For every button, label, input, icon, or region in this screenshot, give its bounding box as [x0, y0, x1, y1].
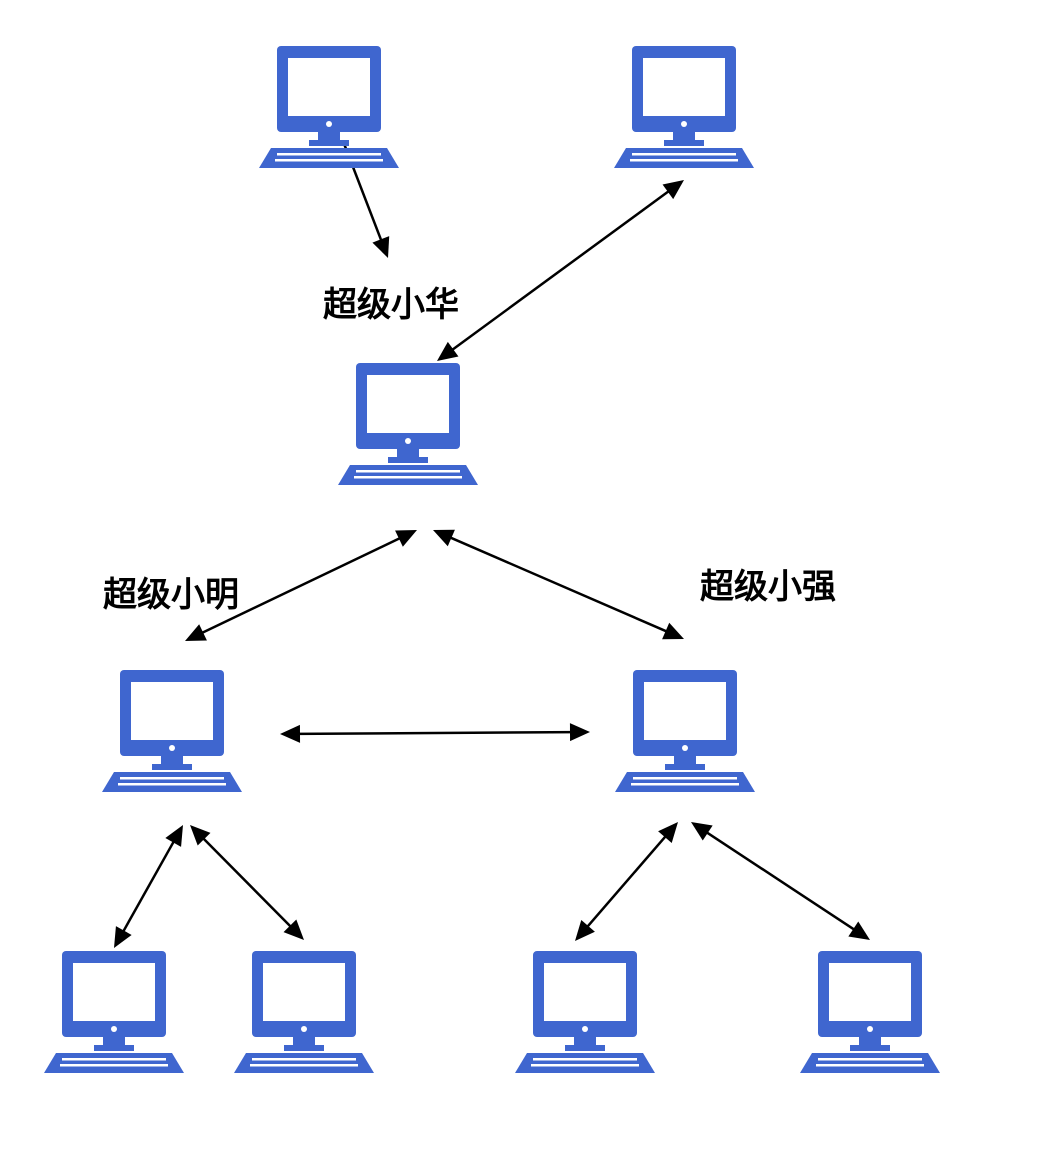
computers [44, 46, 940, 1073]
edge-super-ming-ming-leaf-left [121, 840, 176, 933]
edge-super-hua-super-qiang [449, 536, 668, 633]
computer-icon [338, 363, 478, 485]
edge-super-qiang-qiang-leaf-right [705, 830, 856, 932]
computer-icon [259, 46, 399, 168]
label-super-hua: 超级小华 [323, 285, 459, 325]
edge-super-hua-top-right-peer [450, 189, 671, 352]
arrowhead [569, 723, 590, 742]
label-super-ming: 超级小明 [103, 575, 239, 615]
computer-icon [102, 670, 242, 792]
edge-super-ming-super-qiang [297, 730, 573, 736]
edge-super-ming-ming-leaf-right [201, 836, 293, 929]
computer-icon [515, 951, 655, 1073]
arrowhead [848, 921, 870, 940]
arrowhead [280, 724, 301, 743]
computer-icon [44, 951, 184, 1073]
arrowhead [114, 926, 132, 948]
computer-icon [615, 670, 755, 792]
arrowhead [372, 236, 390, 258]
arrowhead [165, 825, 183, 847]
computer-icon [614, 46, 754, 168]
edges [114, 140, 870, 948]
label-super-qiang: 超级小强 [700, 567, 836, 607]
edge-super-qiang-qiang-leaf-left [585, 834, 668, 929]
arrowhead [437, 341, 459, 361]
computer-icon [234, 951, 374, 1073]
computer-icon [800, 951, 940, 1073]
arrowhead [691, 822, 713, 841]
p2p-network-diagram: 超级小华 超级小明 超级小强 [44, 46, 940, 1073]
arrowhead [662, 180, 684, 200]
